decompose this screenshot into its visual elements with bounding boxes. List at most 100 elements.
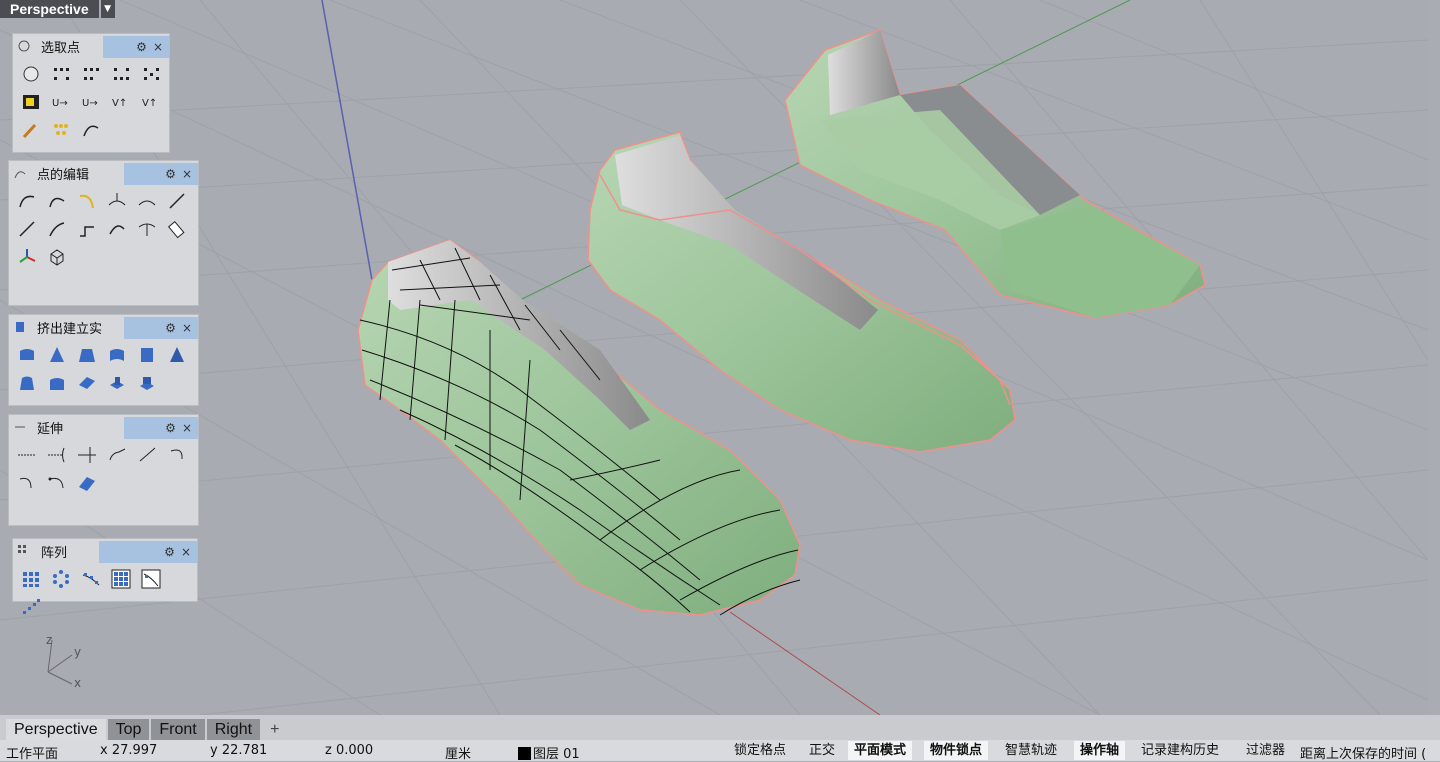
select-v-points-icon[interactable]: V↑: [139, 90, 163, 114]
planar-toggle[interactable]: 平面模式: [848, 741, 913, 760]
extend-arc-end-icon[interactable]: [45, 471, 69, 495]
viewport-title[interactable]: Perspective: [0, 0, 99, 18]
extrude-box-icon[interactable]: [135, 343, 159, 367]
gear-icon[interactable]: ⚙: [164, 545, 175, 559]
extend-panel-icon: [9, 416, 31, 438]
gear-icon[interactable]: ⚙: [165, 421, 176, 435]
extend-smooth-icon[interactable]: [135, 443, 159, 467]
step-curve-icon[interactable]: [75, 217, 99, 241]
ortho-toggle[interactable]: 正交: [803, 741, 841, 760]
select-u-points-icon[interactable]: U→: [49, 90, 73, 114]
control-points-on-icon[interactable]: [15, 189, 39, 213]
line-point-icon[interactable]: [15, 217, 39, 241]
close-icon[interactable]: ×: [153, 40, 163, 54]
extend-surface-icon[interactable]: [75, 471, 99, 495]
viewport-menu-arrow-icon[interactable]: ▼: [100, 0, 115, 18]
eraser-icon[interactable]: [165, 217, 189, 241]
rectangular-array-icon[interactable]: [19, 567, 43, 591]
panel-title: 点的编辑: [37, 167, 90, 183]
extrude-to-point-icon[interactable]: [45, 343, 69, 367]
x-coordinate: x 27.997: [100, 743, 158, 758]
cplane-label[interactable]: 工作平面: [6, 743, 58, 762]
extrude-surface-icon[interactable]: [15, 343, 39, 367]
close-icon[interactable]: ×: [182, 167, 192, 181]
gear-icon[interactable]: ⚙: [165, 321, 176, 335]
select-points-grid-icon[interactable]: [79, 62, 103, 86]
smarttrack-toggle[interactable]: 智慧轨迹: [999, 741, 1063, 760]
svg-text:V↑: V↑: [142, 98, 157, 109]
extrude-boss-icon[interactable]: [105, 371, 129, 395]
extrude-curve-icon[interactable]: [105, 343, 129, 367]
extrude-rib-icon[interactable]: [135, 371, 159, 395]
array-surface-curve-icon[interactable]: [139, 567, 163, 591]
select-all-points-icon[interactable]: [19, 62, 43, 86]
extrude-tapered-icon[interactable]: [75, 343, 99, 367]
curve-highlight-icon[interactable]: [75, 189, 99, 213]
curve-point-icon[interactable]: [45, 217, 69, 241]
extend-hook-icon[interactable]: [15, 471, 39, 495]
close-icon[interactable]: ×: [182, 321, 192, 335]
extrude-cap-icon[interactable]: [45, 371, 69, 395]
panel-select-points[interactable]: 选取点 ⚙ × U→ U→ V↑ V↑: [12, 33, 170, 153]
z-coordinate: z 0.000: [325, 743, 374, 758]
brush-select-icon[interactable]: [19, 118, 43, 142]
panel-extend[interactable]: 延伸 ⚙ ×: [8, 414, 199, 526]
select-cluster-icon[interactable]: [49, 118, 73, 142]
gear-icon[interactable]: ⚙: [165, 167, 176, 181]
perspective-viewport[interactable]: Perspective ▼ z y x 选取点 ⚙ × U→ U→ V↑ V↑: [0, 0, 1428, 715]
extrude-along-curve-icon[interactable]: [15, 371, 39, 395]
extend-cross-icon[interactable]: [75, 443, 99, 467]
panel-extrude-solid[interactable]: 挤出建立实 ⚙ ×: [8, 314, 199, 406]
osnap-toggle[interactable]: 物件锁点: [924, 741, 989, 760]
select-points-grid-icon[interactable]: [49, 62, 73, 86]
z-axis-line: [321, 0, 373, 281]
extrude-cone-icon[interactable]: [165, 343, 189, 367]
select-v-points-icon[interactable]: V↑: [109, 90, 133, 114]
x-axis-line: [729, 611, 881, 715]
viewport-title-bar[interactable]: Perspective ▼: [0, 0, 115, 18]
add-tab-icon[interactable]: +: [262, 719, 287, 740]
gumball-toggle[interactable]: 操作轴: [1074, 741, 1126, 760]
tab-front[interactable]: Front: [151, 719, 205, 740]
panel-title: 挤出建立实: [37, 321, 103, 337]
layer-indicator[interactable]: 图层 01: [518, 743, 580, 762]
close-icon[interactable]: ×: [181, 545, 191, 559]
extend-curve-icon[interactable]: [165, 443, 189, 467]
record-history-toggle[interactable]: 记录建构历史: [1135, 741, 1225, 760]
gumball-axes-icon[interactable]: [15, 245, 39, 269]
select-points-grid-icon[interactable]: [139, 62, 163, 86]
tab-right[interactable]: Right: [206, 719, 261, 740]
box-cage-icon[interactable]: [45, 245, 69, 269]
extend-arc-icon[interactable]: [105, 443, 129, 467]
y-coordinate: y 22.781: [210, 743, 268, 758]
handle-bar-icon[interactable]: [135, 217, 159, 241]
polar-array-icon[interactable]: [49, 567, 73, 591]
grid-snap-toggle[interactable]: 锁定格点: [728, 741, 792, 760]
panel-array[interactable]: 阵列 ⚙ ×: [12, 538, 198, 614]
select-u-points-icon[interactable]: U→: [79, 90, 103, 114]
point-edit-panel-icon: [9, 162, 31, 184]
select-points-grid-icon[interactable]: [109, 62, 133, 86]
status-bar: 工作平面 x 27.997 y 22.781 z 0.000 厘米 图层 01 …: [0, 740, 1440, 762]
extend-line-icon[interactable]: [15, 443, 39, 467]
array-on-surface-icon[interactable]: [109, 567, 133, 591]
smooth-curve-icon[interactable]: [105, 217, 129, 241]
viewport-scene[interactable]: [0, 0, 1428, 715]
edit-points-icon[interactable]: [45, 189, 69, 213]
extend-to-boundary-icon[interactable]: [45, 443, 69, 467]
tab-top[interactable]: Top: [107, 719, 150, 740]
gear-icon[interactable]: ⚙: [136, 40, 147, 54]
select-curve-points-icon[interactable]: [79, 118, 103, 142]
units-label[interactable]: 厘米: [445, 743, 471, 762]
array-along-curve-icon[interactable]: [79, 567, 103, 591]
filter-toggle[interactable]: 过滤器: [1240, 741, 1291, 760]
select-points-yellow-icon[interactable]: [19, 90, 43, 114]
insert-knot-icon[interactable]: [105, 189, 129, 213]
insert-point-icon[interactable]: [165, 189, 189, 213]
extrude-slab-icon[interactable]: [75, 371, 99, 395]
tab-perspective[interactable]: Perspective: [6, 719, 106, 740]
remove-knot-icon[interactable]: [135, 189, 159, 213]
close-icon[interactable]: ×: [182, 421, 192, 435]
panel-point-editing[interactable]: 点的编辑 ⚙ ×: [8, 160, 199, 306]
linear-array-icon[interactable]: [19, 595, 43, 619]
